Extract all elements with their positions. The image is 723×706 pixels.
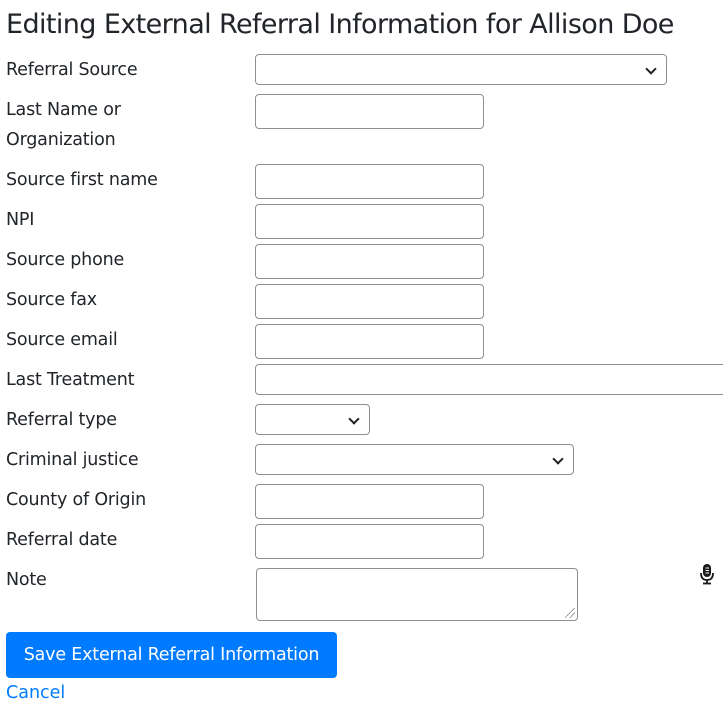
label-source-email: Source email: [6, 330, 118, 350]
county-of-origin-input[interactable]: [255, 484, 484, 519]
label-referral-source: Referral Source: [6, 60, 138, 80]
label-note: Note: [6, 570, 47, 590]
referral-source-select[interactable]: [255, 54, 667, 85]
label-source-first-name: Source first name: [6, 170, 158, 190]
last-treatment-input[interactable]: [255, 364, 723, 395]
label-source-fax: Source fax: [6, 290, 97, 310]
label-npi: NPI: [6, 210, 35, 230]
npi-input[interactable]: [255, 204, 484, 239]
source-phone-input[interactable]: [255, 244, 484, 279]
label-last-treatment: Last Treatment: [6, 370, 135, 390]
source-fax-input[interactable]: [255, 284, 484, 319]
label-county-of-origin: County of Origin: [6, 490, 147, 510]
microphone-icon[interactable]: [699, 563, 715, 585]
label-criminal-justice: Criminal justice: [6, 450, 139, 470]
source-email-input[interactable]: [255, 324, 484, 359]
source-first-name-input[interactable]: [255, 164, 484, 199]
referral-date-input[interactable]: [255, 524, 484, 559]
save-external-referral-button[interactable]: Save External Referral Information: [6, 632, 337, 678]
label-source-phone: Source phone: [6, 250, 125, 270]
page-title: Editing External Referral Information fo…: [6, 9, 674, 40]
cancel-link[interactable]: Cancel: [6, 680, 65, 706]
note-textarea[interactable]: [256, 568, 578, 621]
resize-grip-icon[interactable]: [565, 608, 575, 618]
label-referral-type: Referral type: [6, 410, 117, 430]
label-last-name-or-organization: Last Name or Organization: [6, 100, 121, 150]
label-referral-date: Referral date: [6, 530, 118, 550]
last-name-or-organization-input[interactable]: [255, 94, 484, 129]
criminal-justice-select[interactable]: [255, 444, 574, 475]
referral-type-select[interactable]: [255, 404, 370, 435]
